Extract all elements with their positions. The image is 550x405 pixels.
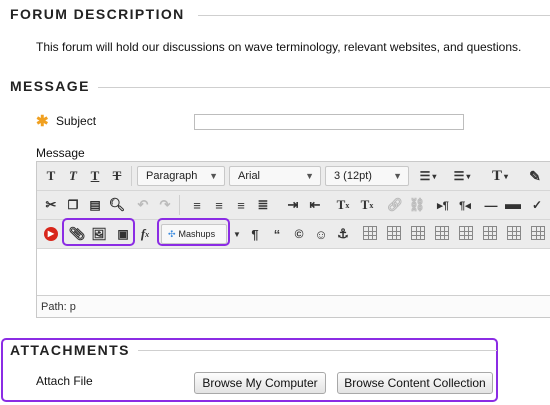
equation-icon[interactable]: fx xyxy=(135,224,155,244)
undo-icon[interactable]: ↶ xyxy=(133,195,153,215)
subject-input[interactable] xyxy=(194,114,464,130)
superscript-icon[interactable]: Tx xyxy=(333,195,353,215)
insert-table-icon[interactable] xyxy=(363,226,377,240)
table-row-props-icon[interactable] xyxy=(387,226,401,240)
browse-my-computer-button[interactable]: Browse My Computer xyxy=(194,372,326,394)
align-justify-icon[interactable]: ≣ xyxy=(253,195,273,215)
browse-content-collection-button[interactable]: Browse Content Collection xyxy=(337,372,493,394)
find-icon[interactable]: 🔍︎ xyxy=(107,195,127,215)
paragraph-mark-icon[interactable]: ¶ xyxy=(245,224,265,244)
editor-text-area[interactable] xyxy=(37,250,550,294)
redo-icon[interactable]: ↷ xyxy=(155,195,175,215)
youtube-icon[interactable]: ▶ xyxy=(41,224,61,244)
table-cell-props-icon[interactable] xyxy=(411,226,425,240)
bullet-list-icon[interactable]: ☰ ▾ xyxy=(413,166,443,186)
forum-description-text: This forum will hold our discussions on … xyxy=(36,40,522,54)
chevron-down-icon: ▼ xyxy=(209,171,218,181)
italic-icon[interactable]: T xyxy=(63,166,83,186)
path-value: p xyxy=(69,300,76,313)
link-icon[interactable]: 🔗︎ xyxy=(385,195,405,215)
divider xyxy=(138,350,497,351)
text-color-icon[interactable]: T ▾ xyxy=(485,166,515,186)
font-family-select[interactable]: Arial ▼ xyxy=(229,166,321,186)
cut-icon[interactable]: ✂ xyxy=(41,195,61,215)
subscript-icon[interactable]: Tx xyxy=(357,195,377,215)
strikethrough-icon[interactable]: T xyxy=(107,166,127,186)
highlight-pen-icon[interactable]: ✎ xyxy=(525,166,545,186)
subject-label: Subject xyxy=(56,114,97,128)
toolbar-row-2: ✂ ❐ ▤ 🔍︎ ↶ ↷ ≡ ≡ ≡ ≣ ⇥ ⇤ Tx Tx 🔗︎ ⛓ ▸¶ ¶… xyxy=(37,191,550,220)
message-label: Message xyxy=(36,146,85,160)
delete-col-icon[interactable] xyxy=(531,226,545,240)
attach-file-label: Attach File xyxy=(36,374,93,388)
font-size-value: 3 (12pt) xyxy=(334,170,372,182)
rtl-icon[interactable]: ¶◂ xyxy=(455,195,475,215)
emoticon-icon[interactable]: ☺ xyxy=(311,224,331,244)
insert-row-after-icon[interactable] xyxy=(459,226,473,240)
blockquote-icon[interactable]: “ xyxy=(267,224,287,244)
message-heading: MESSAGE xyxy=(10,78,90,94)
horizontal-rule-icon[interactable]: — xyxy=(481,195,501,215)
horizontal-line-icon[interactable]: ▬ xyxy=(503,195,523,215)
separator xyxy=(131,166,132,186)
anchor-icon[interactable]: ⚓︎ xyxy=(333,224,353,244)
chevron-down-icon: ▼ xyxy=(393,171,402,181)
delete-row-icon[interactable] xyxy=(483,226,497,240)
indent-icon[interactable]: ⇥ xyxy=(283,195,303,215)
copyright-icon[interactable]: © xyxy=(289,224,309,244)
highlight-attach-tools xyxy=(62,218,135,246)
unlink-icon[interactable]: ⛓ xyxy=(407,195,427,215)
paste-icon[interactable]: ▤ xyxy=(85,195,105,215)
underline-icon[interactable]: T xyxy=(85,166,105,186)
chevron-down-icon: ▼ xyxy=(305,171,314,181)
divider xyxy=(198,15,550,16)
required-star-icon: ✱ xyxy=(36,113,49,130)
paragraph-format-value: Paragraph xyxy=(146,170,198,182)
bold-icon[interactable]: T xyxy=(41,166,61,186)
separator xyxy=(179,195,180,215)
font-size-select[interactable]: 3 (12pt) ▼ xyxy=(325,166,409,186)
insert-row-before-icon[interactable] xyxy=(435,226,449,240)
align-right-icon[interactable]: ≡ xyxy=(231,195,251,215)
spellcheck-icon[interactable]: ✓ xyxy=(527,195,547,215)
copy-icon[interactable]: ❐ xyxy=(63,195,83,215)
editor-path-bar: Path: p xyxy=(37,295,550,317)
path-label: Path: xyxy=(41,300,67,313)
ltr-icon[interactable]: ▸¶ xyxy=(433,195,453,215)
font-family-value: Arial xyxy=(238,170,261,182)
insert-col-icon[interactable] xyxy=(507,226,521,240)
forum-description-heading: FORUM DESCRIPTION xyxy=(10,6,185,22)
outdent-icon[interactable]: ⇤ xyxy=(305,195,325,215)
divider xyxy=(98,87,550,88)
align-left-icon[interactable]: ≡ xyxy=(187,195,207,215)
paragraph-format-select[interactable]: Paragraph ▼ xyxy=(137,166,225,186)
chevron-down-icon[interactable]: ▼ xyxy=(227,224,247,244)
numbered-list-icon[interactable]: ☰ ▾ xyxy=(447,166,477,186)
highlight-mashups xyxy=(157,218,230,246)
align-center-icon[interactable]: ≡ xyxy=(209,195,229,215)
toolbar-row-1: T T T T Paragraph ▼ Arial ▼ 3 (12pt) ▼ ☰ ▾ ☰… xyxy=(37,162,550,191)
attachments-heading: ATTACHMENTS xyxy=(10,342,130,358)
